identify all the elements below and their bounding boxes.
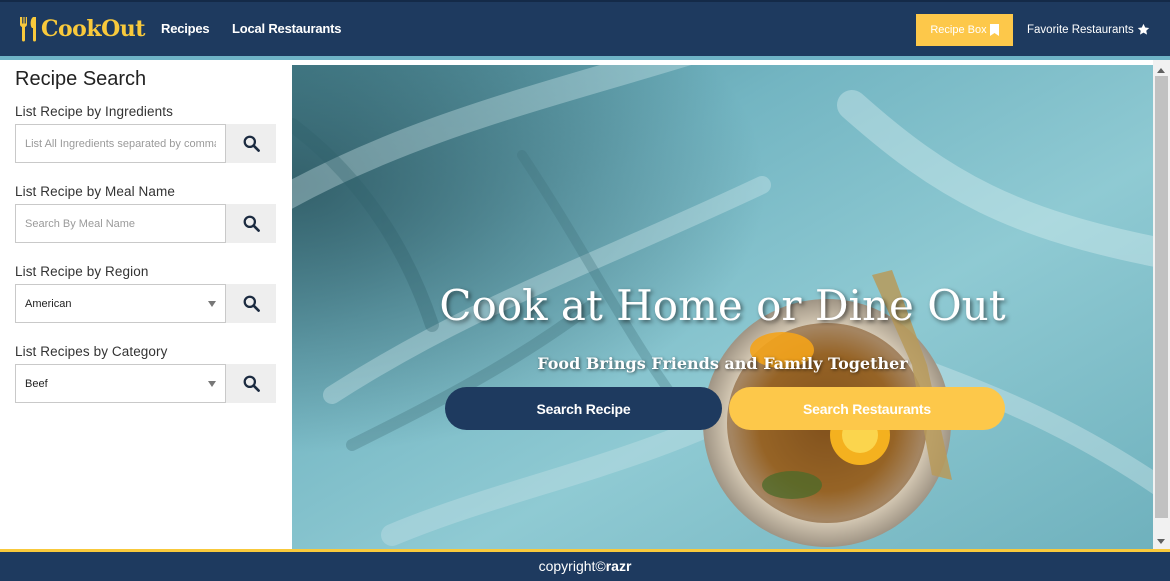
search-icon [243, 135, 260, 152]
ingredients-label: List Recipe by Ingredients [15, 104, 173, 119]
fork-knife-icon [19, 17, 36, 42]
sidebar-title: Recipe Search [15, 68, 147, 90]
scrollbar-thumb[interactable] [1155, 76, 1168, 518]
recipe-search-sidebar: Recipe Search List Recipe by Ingredients… [0, 60, 291, 550]
search-restaurants-button[interactable]: Search Restaurants [729, 387, 1005, 430]
category-label: List Recipes by Category [15, 344, 168, 359]
recipe-box-button[interactable]: Recipe Box [916, 14, 1013, 46]
copyright-text: copyright© [538, 558, 606, 574]
region-search-button[interactable] [226, 284, 276, 323]
category-select[interactable]: Beef [15, 364, 226, 403]
nav-link-local-restaurants[interactable]: Local Restaurants [232, 21, 342, 36]
chevron-down-icon [208, 301, 216, 307]
favorite-restaurants-link[interactable]: Favorite Restaurants [1027, 23, 1150, 36]
scroll-down-arrow-icon[interactable] [1157, 539, 1165, 544]
category-selected-value: Beef [25, 377, 48, 390]
search-icon [243, 295, 260, 312]
copyright-owner: razr [605, 558, 632, 574]
favorite-restaurants-label: Favorite Restaurants [1027, 23, 1134, 36]
ingredients-input[interactable] [15, 124, 226, 163]
hero-subtitle: Food Brings Friends and Family Together [537, 354, 908, 373]
brand-name: CookOut [41, 16, 145, 42]
meal-name-label: List Recipe by Meal Name [15, 184, 175, 199]
star-icon [1137, 23, 1149, 35]
region-label: List Recipe by Region [15, 264, 149, 279]
category-search-button[interactable] [226, 364, 276, 403]
hero-title: Cook at Home or Dine Out [439, 281, 1006, 330]
top-navbar: CookOut Recipes Local Restaurants Recipe… [0, 0, 1170, 56]
bookmark-icon [989, 24, 999, 36]
search-icon [243, 215, 260, 232]
region-selected-value: American [25, 297, 72, 310]
recipe-box-label: Recipe Box [930, 24, 987, 36]
page-footer: copyright©razr [0, 549, 1170, 581]
nav-link-recipes[interactable]: Recipes [161, 21, 210, 36]
search-icon [243, 375, 260, 392]
meal-name-input[interactable] [15, 204, 226, 243]
region-select[interactable]: American [15, 284, 226, 323]
scroll-up-arrow-icon[interactable] [1157, 68, 1165, 73]
search-recipe-button[interactable]: Search Recipe [445, 387, 722, 430]
brand-logo[interactable]: CookOut [18, 14, 145, 44]
page-scrollbar[interactable] [1153, 60, 1170, 550]
meal-name-search-button[interactable] [226, 204, 276, 243]
chevron-down-icon [208, 381, 216, 387]
ingredients-search-button[interactable] [226, 124, 276, 163]
hero-banner: Cook at Home or Dine Out Food Brings Fri… [292, 65, 1153, 550]
